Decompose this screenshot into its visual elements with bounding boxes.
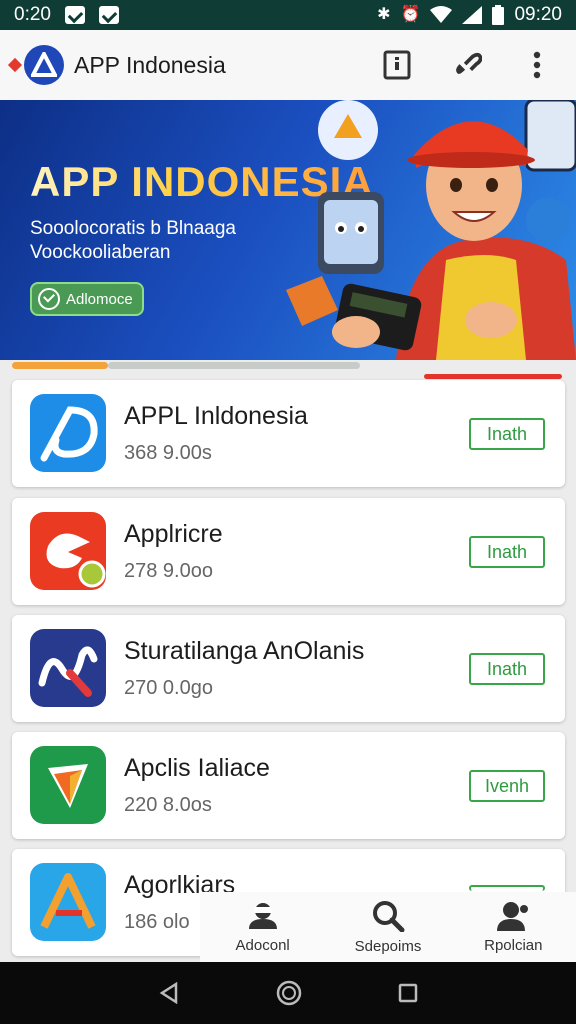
carousel-indicator <box>424 374 562 379</box>
signal-icon <box>462 6 483 24</box>
nav-item-search[interactable]: Sdepoims <box>325 892 450 962</box>
banner-illustration <box>286 100 576 360</box>
nav-item-profile[interactable]: Rpolcian <box>451 892 576 962</box>
install-button[interactable]: Inath <box>469 418 545 450</box>
app-indonesia-icon <box>30 394 106 472</box>
app-meta: 368 9.00s <box>124 442 212 464</box>
recents-icon[interactable] <box>398 983 418 1003</box>
carousel-indicator <box>12 362 108 369</box>
nav-item-home[interactable]: Adoconl <box>200 892 325 962</box>
app-logo <box>24 45 64 85</box>
app-list-item[interactable]: APPL Inldonesia 368 9.00s Inath <box>12 380 565 487</box>
sturatilanga-icon <box>30 629 106 707</box>
nav-label: Adoconl <box>235 936 290 954</box>
app-meta: 278 9.0oo <box>124 560 213 582</box>
notification-icon <box>98 6 119 24</box>
battery-icon <box>492 5 505 25</box>
check-icon <box>38 288 60 310</box>
app-meta: 270 0.0go <box>124 677 213 699</box>
banner-cta-button[interactable]: Adlomoce <box>30 282 144 316</box>
search-icon <box>372 900 405 932</box>
app-name: APPL Inldonesia <box>124 402 308 430</box>
install-button[interactable]: Ivenh <box>469 770 545 802</box>
notification-icon <box>64 6 85 24</box>
carousel-indicator <box>108 362 360 369</box>
app-name: Apclis Ialiace <box>124 754 270 782</box>
home-button-icon[interactable] <box>276 980 302 1006</box>
app-meta: 220 8.0os <box>124 794 212 816</box>
app-name: Sturatilanga AnOlanis <box>124 637 365 665</box>
install-button[interactable]: Inath <box>469 653 545 685</box>
system-navigation-bar <box>0 962 576 1024</box>
app-list-item[interactable]: Apclis Ialiace 220 8.0os Ivenh <box>12 732 565 839</box>
bluetooth-icon: ✱ <box>377 6 391 23</box>
status-time-left: 0:20 <box>14 4 51 25</box>
app-name: Applricre <box>124 520 223 548</box>
applricre-icon <box>30 512 106 590</box>
banner-subtitle: Sooolocoratis b Blnaaga <box>30 218 236 239</box>
agorlkiars-icon <box>30 863 106 941</box>
promo-banner[interactable]: APP INDONESIA Sooolocoratis b Blnaaga Vo… <box>0 100 576 360</box>
nav-label: Sdepoims <box>354 937 422 955</box>
app-list-item[interactable]: Sturatilanga AnOlanis 270 0.0go Inath <box>12 615 565 722</box>
install-button[interactable] <box>469 885 545 891</box>
alarm-icon: ⏰ <box>400 6 421 23</box>
banner-subtitle: Voockooliaberan <box>30 242 171 263</box>
app-meta: 186 olo <box>124 911 190 933</box>
app-list-item[interactable]: Applricre 278 9.0oo Inath <box>12 498 565 605</box>
nav-label: Rpolcian <box>484 936 543 954</box>
bottom-navigation: Adoconl Sdepoims Rpolcian <box>200 892 576 962</box>
back-icon[interactable] <box>158 982 180 1004</box>
home-icon <box>248 902 277 929</box>
link-icon[interactable] <box>452 50 482 80</box>
status-bar: 0:20 ✱ ⏰ 09:20 <box>0 0 576 30</box>
apclis-icon <box>30 746 106 824</box>
wifi-icon <box>430 6 453 23</box>
install-button[interactable]: Inath <box>469 536 545 568</box>
report-icon[interactable] <box>382 50 412 80</box>
banner-cta-label: Adlomoce <box>66 290 133 308</box>
profile-icon <box>497 901 529 931</box>
app-title: APP Indonesia <box>74 51 226 78</box>
status-time-right: 09:20 <box>514 4 562 25</box>
more-vert-icon[interactable] <box>522 50 552 80</box>
app-bar: APP Indonesia <box>0 30 576 100</box>
